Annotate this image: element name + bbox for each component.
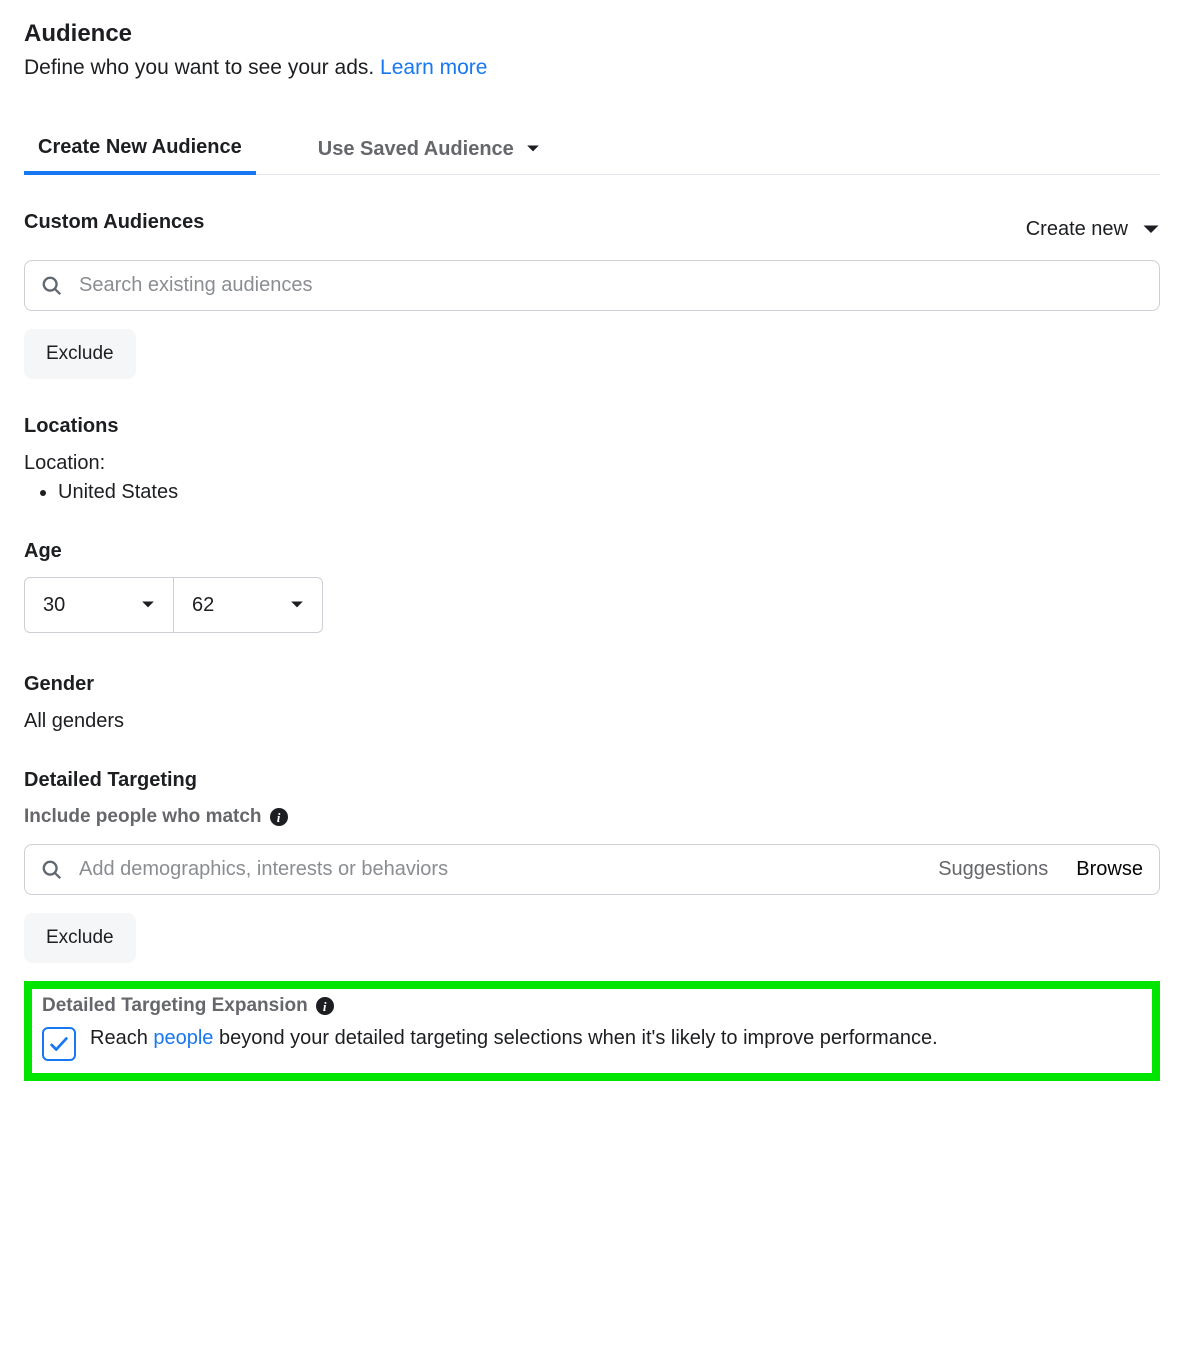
- search-icon: [41, 275, 63, 297]
- create-new-label: Create new: [1026, 218, 1128, 241]
- expansion-text: Reach people beyond your detailed target…: [90, 1023, 938, 1053]
- chevron-down-icon: [290, 598, 304, 612]
- detailed-targeting-sublabel: Include people who match i: [24, 806, 1160, 828]
- include-match-text: Include people who match: [24, 806, 262, 828]
- detailed-search-box[interactable]: Suggestions Browse: [24, 844, 1160, 895]
- age-min-select[interactable]: 30: [24, 577, 174, 633]
- subtitle-text: Define who you want to see your ads.: [24, 56, 380, 79]
- expansion-text-prefix: Reach: [90, 1027, 153, 1049]
- section-title: Audience: [24, 20, 1160, 48]
- tab-create-new-audience[interactable]: Create New Audience: [24, 124, 256, 175]
- expansion-label-row: Detailed Targeting Expansion i: [42, 995, 1142, 1017]
- section-subtitle: Define who you want to see your ads. Lea…: [24, 56, 1160, 80]
- chevron-down-icon: [526, 142, 540, 156]
- browse-link[interactable]: Browse: [1076, 858, 1143, 881]
- age-label: Age: [24, 540, 1160, 563]
- info-icon[interactable]: i: [270, 808, 288, 826]
- exclude-detailed-button[interactable]: Exclude: [24, 913, 136, 963]
- check-icon: [48, 1033, 70, 1055]
- gender-block: Gender All genders: [24, 673, 1160, 733]
- create-new-dropdown[interactable]: Create new: [1026, 218, 1160, 241]
- gender-value: All genders: [24, 710, 1160, 733]
- gender-label: Gender: [24, 673, 1160, 696]
- locations-block: Locations Location: United States: [24, 415, 1160, 504]
- expansion-highlight: Detailed Targeting Expansion i Reach peo…: [24, 981, 1160, 1081]
- custom-audiences-block: Custom Audiences Create new Exclude: [24, 211, 1160, 379]
- expansion-checkbox[interactable]: [42, 1027, 76, 1061]
- expansion-text-suffix: beyond your detailed targeting selection…: [213, 1027, 937, 1049]
- audience-search-box[interactable]: [24, 260, 1160, 311]
- detailed-search-input[interactable]: [77, 857, 924, 882]
- locations-label: Locations: [24, 415, 1160, 438]
- chevron-down-icon: [1142, 221, 1160, 239]
- detailed-targeting-block: Detailed Targeting Include people who ma…: [24, 769, 1160, 963]
- expansion-people-link[interactable]: people: [153, 1027, 213, 1049]
- learn-more-link[interactable]: Learn more: [380, 56, 487, 79]
- info-icon[interactable]: i: [316, 997, 334, 1015]
- age-max-value: 62: [192, 594, 214, 617]
- suggestions-link[interactable]: Suggestions: [938, 858, 1048, 881]
- detailed-targeting-label: Detailed Targeting: [24, 769, 1160, 792]
- expansion-label: Detailed Targeting Expansion: [42, 995, 308, 1017]
- location-list: United States: [24, 481, 1160, 504]
- search-icon: [41, 859, 63, 881]
- audience-search-input[interactable]: [77, 273, 1143, 298]
- exclude-audience-button[interactable]: Exclude: [24, 329, 136, 379]
- audience-tabs: Create New Audience Use Saved Audience: [24, 124, 1160, 175]
- location-item: United States: [58, 481, 1160, 504]
- location-prefix: Location:: [24, 452, 1160, 475]
- age-block: Age 30 62: [24, 540, 1160, 633]
- custom-audiences-label: Custom Audiences: [24, 211, 204, 234]
- tab-saved-label: Use Saved Audience: [318, 138, 514, 161]
- tab-use-saved-audience[interactable]: Use Saved Audience: [304, 126, 554, 173]
- age-min-value: 30: [43, 594, 65, 617]
- age-max-select[interactable]: 62: [173, 577, 323, 633]
- chevron-down-icon: [141, 598, 155, 612]
